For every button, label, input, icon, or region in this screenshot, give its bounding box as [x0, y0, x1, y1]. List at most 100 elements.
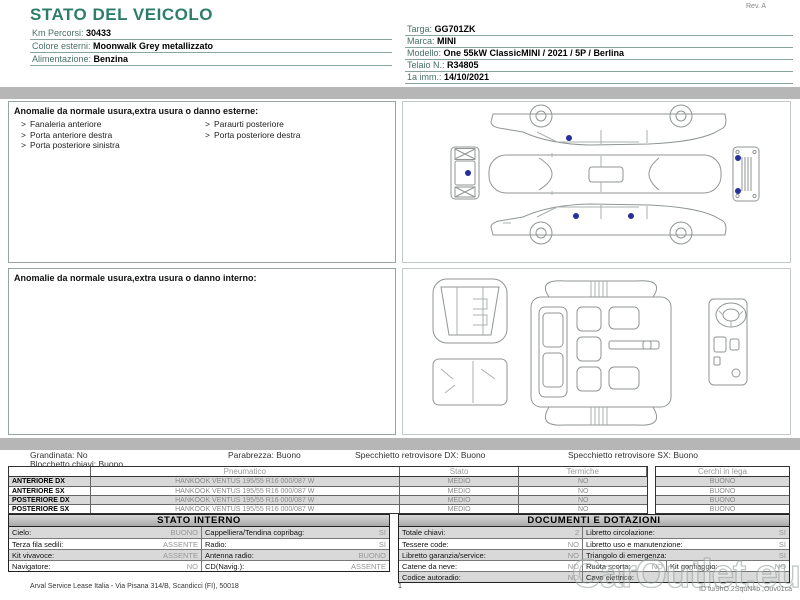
tyre-stato: MEDIO: [400, 477, 520, 486]
item-prefix: >: [21, 140, 26, 150]
tyre-position: POSTERIORE DX: [9, 496, 91, 504]
field-value: Buono: [460, 450, 486, 460]
cerchi-value: BUONO: [656, 486, 789, 495]
tyre-spec: HANKOOK VENTUS 195/55 R16 000/087 W: [91, 487, 400, 495]
field-value: Buono: [276, 450, 301, 460]
field-label: Libretto circolazione:: [586, 528, 655, 537]
tyre-stato: MEDIO: [400, 496, 520, 504]
tyre-position: POSTERIORE SX: [9, 505, 91, 513]
table-row: ANTERIORE DX HANKOOK VENTUS 195/55 R16 0…: [9, 477, 647, 486]
field-label: Km Percorsi:: [32, 28, 87, 38]
field-label: Terza fila sedili:: [12, 540, 64, 549]
field-value: 14/10/2021: [444, 72, 490, 82]
tyres-header-row: Pneumatico Stato Termiche: [9, 467, 647, 477]
stato-interno-title: STATO INTERNO: [9, 515, 389, 527]
tyre-termiche: NO: [577, 506, 589, 513]
field-specchietto-sx: Specchietto retrovisore SX: Buono: [568, 450, 698, 460]
header-termiche: Termiche: [519, 467, 647, 476]
cerchi-in-lega-table: Cerchi in lega BUONO BUONO BUONO BUONO: [655, 466, 790, 514]
exterior-anomalies-list: > Fanaleria anteriore > Porta anteriore de…: [9, 119, 395, 151]
field-specchietto-dx: Specchietto retrovisore DX: Buono: [355, 450, 485, 460]
field-value: 2: [574, 528, 579, 537]
anomaly-item: > Fanaleria anteriore: [21, 119, 205, 130]
tyre-spec: HANKOOK VENTUS 195/55 R16 000/087 W: [91, 496, 400, 504]
field-label: Alimentazione:: [32, 54, 94, 64]
tyre-termiche: NO: [577, 497, 589, 504]
header-cerchi: Cerchi in lega: [656, 467, 789, 477]
field-value: Moonwalk Grey metallizzato: [93, 41, 214, 51]
field-label: Kit vivavoce:: [12, 551, 55, 560]
anomaly-item: > Paraurti posteriore: [205, 119, 395, 130]
car-interior-diagram: [432, 278, 748, 426]
table-row: Kit vivavoce: ASSENTE Antenna radio: BUONO: [9, 549, 389, 560]
damage-marker: [465, 170, 471, 176]
page-title: STATO DEL VEICOLO: [30, 5, 213, 24]
field-label: Tessere code:: [402, 540, 449, 549]
field-label: Modello:: [407, 48, 444, 58]
cerchi-value: BUONO: [656, 477, 789, 486]
field-label: Colore esterni:: [32, 41, 94, 51]
table-row: ANTERIORE SX HANKOOK VENTUS 195/55 R16 0…: [9, 486, 647, 495]
field-value: ASSENTE: [162, 540, 198, 549]
item-prefix: >: [21, 129, 26, 140]
exterior-anomalies-title: Anomalie da normale usura,extra usura o …: [14, 106, 259, 116]
field-label: Marca:: [407, 36, 438, 46]
field-label: Specchietto retrovisore SX:: [568, 450, 674, 460]
tyre-spec: HANKOOK VENTUS 195/55 R16 000/087 W: [91, 505, 400, 513]
field-label: Cielo:: [12, 528, 32, 537]
anomaly-text: Porta posteriore sinistra: [29, 140, 120, 150]
field-label: CD(Navig.):: [205, 562, 245, 571]
vehicle-summary-left: Km Percorsi: 30433 Colore esterni: Moonw…: [30, 27, 392, 66]
table-row: Tessere code: NO Libretto uso e manutenzi…: [399, 538, 789, 549]
field-value: Benzina: [93, 54, 129, 64]
field-value: BUONO: [170, 528, 198, 537]
item-prefix: >: [21, 119, 26, 129]
field-value: Buono: [673, 450, 698, 460]
field-value: One 55kW ClassicMINI / 2021 / 5P / Berli…: [443, 48, 624, 58]
revision-label: Rev. A: [746, 3, 767, 10]
field-label: Antenna radio:: [205, 551, 254, 560]
field-value: GG701ZK: [434, 24, 476, 34]
field-alimentazione: Alimentazione: Benzina: [30, 53, 392, 66]
field-value: R34805: [447, 60, 479, 70]
field-label: Parabrezza:: [228, 450, 277, 460]
field-label: Libretto garanzia/service:: [402, 551, 486, 560]
field-marca: Marca: MINI: [405, 36, 793, 48]
damage-marker: [573, 213, 579, 219]
field-label: Navigatore:: [12, 562, 51, 571]
table-row: POSTERIORE DX HANKOOK VENTUS 195/55 R16 …: [9, 495, 647, 504]
field-value: MINI: [437, 36, 457, 46]
field-value: BUONO: [358, 551, 386, 560]
header-pneumatico: Pneumatico: [91, 467, 400, 476]
cerchi-value: BUONO: [656, 495, 789, 504]
tyre-termiche: NO: [577, 478, 589, 485]
tyre-termiche: NO: [577, 488, 589, 495]
anomaly-text: Paraurti posteriore: [213, 119, 284, 129]
field-value: ASSENTE: [162, 551, 198, 560]
tyre-spec: HANKOOK VENTUS 195/55 R16 000/087 W: [91, 477, 400, 486]
damage-marker: [628, 213, 634, 219]
car-exterior-diagram: [450, 104, 760, 245]
field-value: SI: [378, 528, 386, 537]
field-value: SI: [778, 528, 786, 537]
footer-page-number: 1: [398, 583, 402, 590]
footer-company: Arval Service Lease Italia - Via Pisana …: [30, 583, 239, 590]
tyre-stato: MEDIO: [400, 505, 520, 513]
tyre-stato: MEDIO: [400, 487, 520, 495]
footer-doc-id: ID tu/9hO.2SquN4b ,Ouv01ca: [699, 586, 792, 593]
field-value: SI: [378, 540, 386, 549]
field-label: 1a imm.:: [407, 72, 445, 82]
table-row: Totale chiavi: 2 Libretto circolazione: SI: [399, 527, 789, 538]
item-prefix: >: [205, 119, 210, 129]
interior-anomalies-title: Anomalie da normale usura,extra usura o …: [14, 273, 257, 283]
field-value: 30433: [86, 28, 112, 38]
field-telaio: Telaio N.: R34805: [405, 60, 793, 72]
anomaly-text: Fanaleria anteriore: [29, 119, 102, 129]
anomaly-item: > Porta posteriore destra: [205, 130, 395, 141]
header-stato: Stato: [400, 467, 520, 476]
exterior-diagram-panel: [402, 101, 791, 263]
divider-band: [0, 438, 800, 450]
field-parabrezza: Parabrezza: Buono: [228, 450, 301, 460]
damage-marker: [566, 135, 572, 141]
divider-band: [0, 87, 800, 99]
